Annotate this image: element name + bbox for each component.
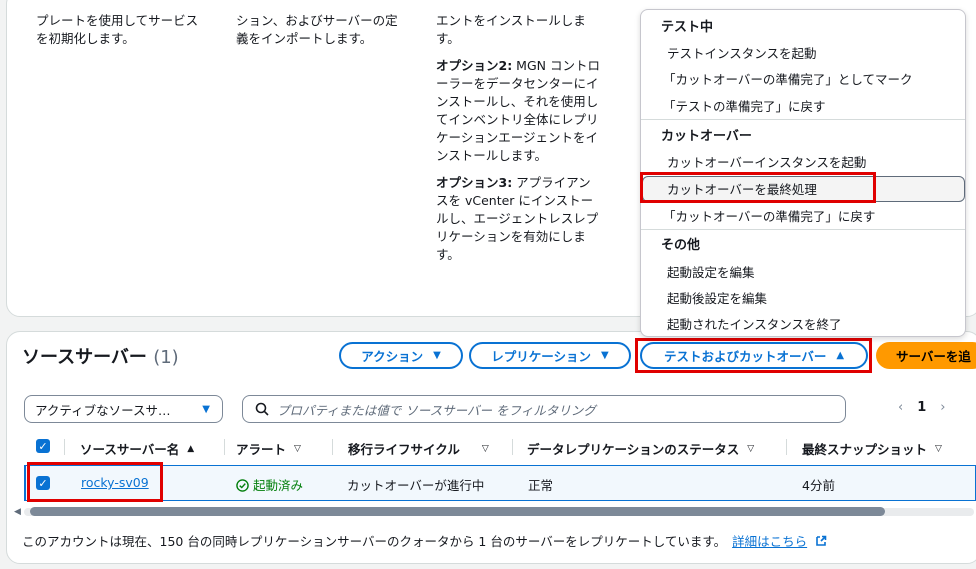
option3-label: オプション3: — [436, 175, 513, 190]
menu-group-cutover: カットオーバー — [661, 129, 752, 144]
menu-item-revert-ready-test[interactable]: 「テストの準備完了」に戻す — [663, 96, 826, 115]
filter-select[interactable]: アクティブなソースサ… ▼ — [24, 395, 223, 423]
column-header-snapshot[interactable]: 最終スナップショット ▽ — [802, 439, 942, 458]
menu-item-edit-launch-settings[interactable]: 起動設定を編集 — [667, 262, 755, 281]
source-count: (1) — [153, 347, 179, 368]
caret-down-icon: ▼ — [202, 403, 210, 415]
replication-value: 正常 — [528, 478, 554, 493]
menu-item-terminate-instances[interactable]: 起動されたインスタンスを終了 — [667, 314, 842, 333]
column-divider — [224, 439, 225, 455]
step-text-2: ション、およびサーバーの定義をインポートします。 — [236, 13, 398, 46]
chevron-right-icon[interactable]: › — [940, 400, 945, 415]
step-text-1: プレートを使用してサービスを初期化します。 — [36, 13, 199, 46]
highlight-finalize-cutover — [640, 172, 876, 203]
replication-button[interactable]: レプリケーション ▼ — [469, 342, 631, 369]
filter-select-value: アクティブなソースサ… — [35, 402, 171, 418]
check-icon: ✓ — [36, 439, 50, 453]
step3-option2: オプション2: MGN コントローラーをデータセンターにインストールし、それを使… — [436, 57, 601, 165]
add-server-button[interactable]: サーバーを追 — [876, 342, 976, 369]
column-header-lifecycle[interactable]: 移行ライフサイクル ▽ — [348, 439, 489, 458]
alert-status: 起動済み — [236, 475, 303, 494]
column-label: ソースサーバー名 — [80, 442, 180, 457]
menu-item-launch-test[interactable]: テストインスタンスを起動 — [667, 43, 817, 62]
scroll-thumb[interactable] — [30, 507, 885, 516]
page-title: ソースサーバー (1) — [22, 343, 179, 369]
option2-text: MGN コントローラーをデータセンターにインストールし、それを使用してインベント… — [436, 58, 600, 163]
column-label: 最終スナップショット — [802, 442, 928, 457]
highlight-test-cutover — [635, 338, 872, 373]
step-text-3: エントをインストールします。 オプション2: MGN コントローラーをデータセン… — [436, 12, 601, 273]
footer-text: このアカウントは現在、150 台の同時レプリケーションサーバーのクォータから 1… — [22, 534, 727, 549]
chevron-left-icon[interactable]: ‹ — [898, 400, 903, 415]
column-divider — [64, 439, 65, 455]
page-number[interactable]: 1 — [917, 400, 926, 415]
quota-footer: このアカウントは現在、150 台の同時レプリケーションサーバーのクォータから 1… — [22, 531, 827, 550]
highlight-server-row — [27, 462, 163, 502]
column-label: 移行ライフサイクル — [348, 442, 460, 457]
menu-item-launch-cutover[interactable]: カットオーバーインスタンスを起動 — [667, 152, 866, 171]
menu-group-testing: テスト中 — [661, 20, 714, 35]
sort-asc-icon: ▲ — [187, 443, 195, 454]
table-row[interactable]: ✓ rocky-sv09 起動済み カットオーバーが進行中 正常 4分前 — [24, 465, 976, 501]
select-all-checkbox[interactable]: ✓ — [36, 439, 50, 453]
horizontal-scrollbar[interactable]: ◀ — [14, 505, 976, 517]
snapshot-value: 4分前 — [802, 478, 835, 493]
sort-icon: ▽ — [935, 443, 942, 454]
lifecycle-value: カットオーバーが進行中 — [347, 478, 485, 493]
table-header: ✓ ソースサーバー名 ▲ アラート ▽ 移行ライフサイクル ▽ データレプリケーション… — [24, 435, 974, 459]
column-divider — [512, 439, 513, 455]
menu-group-other: その他 — [661, 238, 701, 253]
sort-icon: ▽ — [294, 443, 301, 454]
menu-divider — [641, 119, 965, 120]
pagination: ‹ 1 › — [898, 400, 945, 415]
step3-intro: エントをインストールします。 — [436, 13, 586, 46]
learn-more-link[interactable]: 詳細はこちら — [732, 534, 807, 549]
column-label: アラート — [236, 442, 287, 457]
search-icon — [255, 402, 269, 416]
menu-item-revert-ready-cutover[interactable]: 「カットオーバーの準備完了」に戻す — [663, 206, 875, 225]
column-header-alert[interactable]: アラート ▽ — [236, 439, 301, 458]
check-circle-icon — [236, 479, 249, 492]
search-placeholder: プロパティまたは値で ソースサーバー をフィルタリング — [277, 402, 596, 418]
column-divider — [786, 439, 787, 455]
sort-icon: ▽ — [747, 443, 755, 454]
actions-label: アクション — [361, 349, 424, 364]
replication-label: レプリケーション — [491, 349, 592, 364]
column-divider — [332, 439, 333, 455]
actions-button[interactable]: アクション ▼ — [339, 342, 463, 369]
search-input[interactable]: プロパティまたは値で ソースサーバー をフィルタリング — [242, 395, 846, 423]
menu-divider — [641, 229, 965, 230]
column-header-name[interactable]: ソースサーバー名 ▲ — [80, 439, 194, 458]
source-title: ソースサーバー — [22, 347, 147, 368]
step3-option3: オプション3: アプライアンスを vCenter にインストールし、エージェント… — [436, 174, 601, 264]
menu-item-edit-post-launch[interactable]: 起動後設定を編集 — [667, 288, 767, 307]
caret-down-icon: ▼ — [433, 350, 441, 361]
caret-down-icon: ▼ — [601, 350, 609, 361]
sort-icon: ▽ — [481, 443, 489, 454]
menu-item-mark-ready-cutover[interactable]: 「カットオーバーの準備完了」としてマーク — [663, 69, 913, 88]
option2-label: オプション2: — [436, 58, 513, 73]
column-label: データレプリケーションのステータス — [527, 442, 740, 457]
column-header-replication[interactable]: データレプリケーションのステータス ▽ — [527, 439, 754, 458]
external-link-icon — [816, 535, 827, 546]
scroll-left-icon[interactable]: ◀ — [14, 507, 21, 517]
alert-label: 起動済み — [253, 478, 304, 493]
